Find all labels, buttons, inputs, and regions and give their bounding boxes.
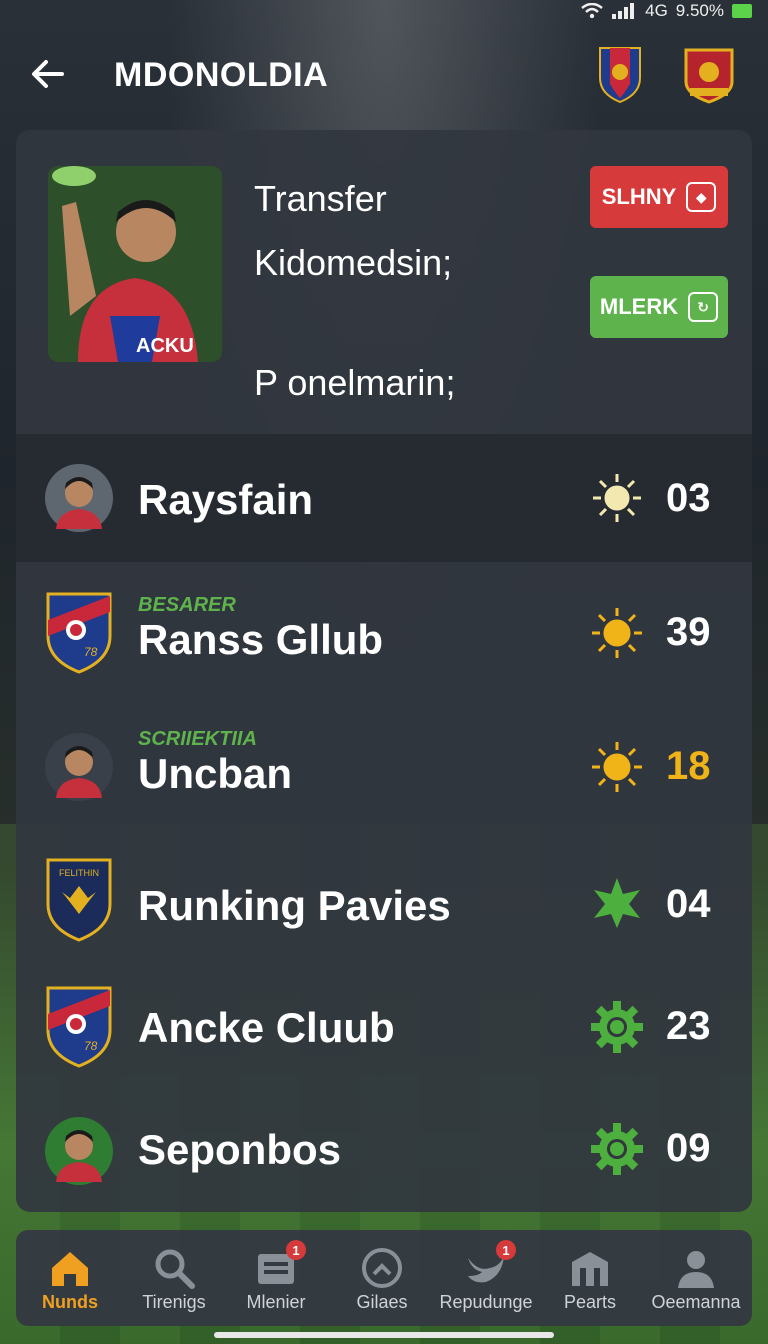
row-value: 18 bbox=[666, 744, 711, 788]
transfer-heading: Transfer bbox=[254, 178, 387, 219]
row-name: Runking Pavies bbox=[138, 882, 451, 929]
notification-badge: 1 bbox=[496, 1240, 516, 1260]
green-action-label: MLERK bbox=[599, 294, 679, 319]
wifi-icon bbox=[581, 3, 603, 19]
club-crest-icon: FELITHIN bbox=[46, 858, 112, 942]
transfer-detail: P onelmarin; bbox=[254, 362, 456, 403]
network-label: 4G bbox=[645, 1, 668, 20]
nav-label: Gilaes bbox=[356, 1292, 408, 1312]
crest-text: FELITHIN bbox=[59, 868, 99, 878]
player-avatar bbox=[45, 464, 113, 532]
clock-icon bbox=[362, 1248, 402, 1288]
nav-search[interactable]: Tirenigs bbox=[124, 1240, 224, 1324]
user-icon bbox=[678, 1251, 714, 1288]
list-item[interactable]: Raysfain 03 bbox=[16, 434, 752, 562]
row-name: Ranss Gllub bbox=[138, 616, 384, 663]
red-action-button[interactable]: SLHNY ◆ bbox=[590, 166, 728, 228]
row-value: 04 bbox=[666, 882, 711, 926]
gear-status-icon bbox=[591, 1123, 643, 1175]
jersey-text: ACKU bbox=[136, 335, 194, 357]
sun-status-icon bbox=[592, 742, 642, 792]
nav-profile[interactable]: Oeemanna bbox=[646, 1240, 746, 1324]
nav-label: Pearts bbox=[563, 1292, 617, 1312]
sun-status-icon bbox=[593, 474, 641, 522]
club-crest-icon[interactable] bbox=[680, 44, 738, 104]
crest-number: 78 bbox=[84, 645, 98, 659]
list-item[interactable]: Seponbos 09 bbox=[16, 1090, 752, 1212]
club-crest-icon[interactable] bbox=[596, 44, 644, 104]
list-item[interactable]: SCRIIEKTIIA Uncban 18 bbox=[16, 702, 752, 830]
transfer-player-name: Kidomedsin; bbox=[254, 242, 453, 283]
building-icon bbox=[572, 1252, 608, 1286]
bird-icon-wrap: 1 bbox=[464, 1240, 516, 1290]
bottom-navigation: Nunds Tirenigs 1 Mlenier Gilaes 1 Repudu… bbox=[16, 1230, 752, 1326]
row-name: Raysfain bbox=[138, 476, 314, 523]
row-name: Ancke Cluub bbox=[138, 1004, 395, 1051]
nav-games[interactable]: Gilaes bbox=[332, 1240, 432, 1324]
nav-home[interactable]: Nunds bbox=[20, 1240, 120, 1324]
home-icon bbox=[52, 1252, 88, 1286]
nav-messages[interactable]: 1 Mlenier bbox=[226, 1240, 326, 1324]
row-value: 23 bbox=[666, 1004, 711, 1048]
battery-icon bbox=[732, 4, 752, 18]
row-value: 03 bbox=[666, 476, 711, 520]
messages-icon-wrap: 1 bbox=[254, 1240, 306, 1290]
club-crest-icon: 78 bbox=[46, 592, 112, 674]
battery-label: 9.50% bbox=[675, 1, 724, 20]
green-action-button[interactable]: MLERK ↻ bbox=[590, 276, 728, 338]
page-title: MDONOLDIA bbox=[114, 56, 329, 94]
search-icon bbox=[155, 1249, 195, 1289]
list-item[interactable]: 78 BESARER Ranss Gllub 39 bbox=[16, 564, 752, 692]
gear-status-icon bbox=[591, 1001, 643, 1053]
row-sublabel: SCRIIEKTIIA bbox=[138, 728, 257, 750]
notification-badge: 1 bbox=[286, 1240, 306, 1260]
nav-parts[interactable]: Pearts bbox=[540, 1240, 640, 1324]
crest-number: 78 bbox=[84, 1039, 98, 1053]
nav-label: Repudunge bbox=[439, 1292, 533, 1312]
list-item[interactable]: 78 Ancke Cluub 23 bbox=[16, 964, 752, 1092]
row-name: Uncban bbox=[138, 750, 293, 797]
player-avatar bbox=[45, 1117, 113, 1185]
nav-reporting[interactable]: 1 Repudunge bbox=[436, 1240, 536, 1324]
row-value: 09 bbox=[666, 1126, 711, 1170]
back-arrow-icon[interactable] bbox=[28, 54, 68, 94]
refresh-icon: ↻ bbox=[688, 292, 719, 322]
home-indicator[interactable] bbox=[214, 1332, 554, 1338]
featured-transfer-card[interactable]: ACKU Transfer Kidomedsin; P onelmarin; S… bbox=[16, 130, 752, 430]
top-bar: MDONOLDIA bbox=[0, 40, 768, 110]
star-status-icon bbox=[594, 878, 640, 928]
transfer-panel: ACKU Transfer Kidomedsin; P onelmarin; S… bbox=[16, 130, 752, 1212]
nav-label: Tirenigs bbox=[142, 1292, 206, 1312]
signal-icon bbox=[612, 3, 635, 19]
nav-label: Oeemanna bbox=[651, 1292, 741, 1312]
status-bar: 4G 9.50% bbox=[581, 0, 752, 22]
row-name: Seponbos bbox=[138, 1126, 342, 1173]
row-value: 39 bbox=[666, 610, 711, 654]
row-sublabel: BESARER bbox=[138, 594, 236, 616]
player-photo: ACKU bbox=[48, 166, 222, 362]
club-crest-icon: 78 bbox=[46, 986, 112, 1068]
tag-icon: ◆ bbox=[686, 182, 717, 212]
list-item[interactable]: FELITHIN Runking Pavies 04 bbox=[16, 838, 752, 966]
sun-status-icon bbox=[592, 608, 642, 658]
red-action-label: SLHNY bbox=[601, 184, 677, 209]
player-avatar bbox=[45, 733, 113, 801]
nav-label: Nunds bbox=[42, 1292, 98, 1312]
nav-label: Mlenier bbox=[246, 1292, 306, 1312]
